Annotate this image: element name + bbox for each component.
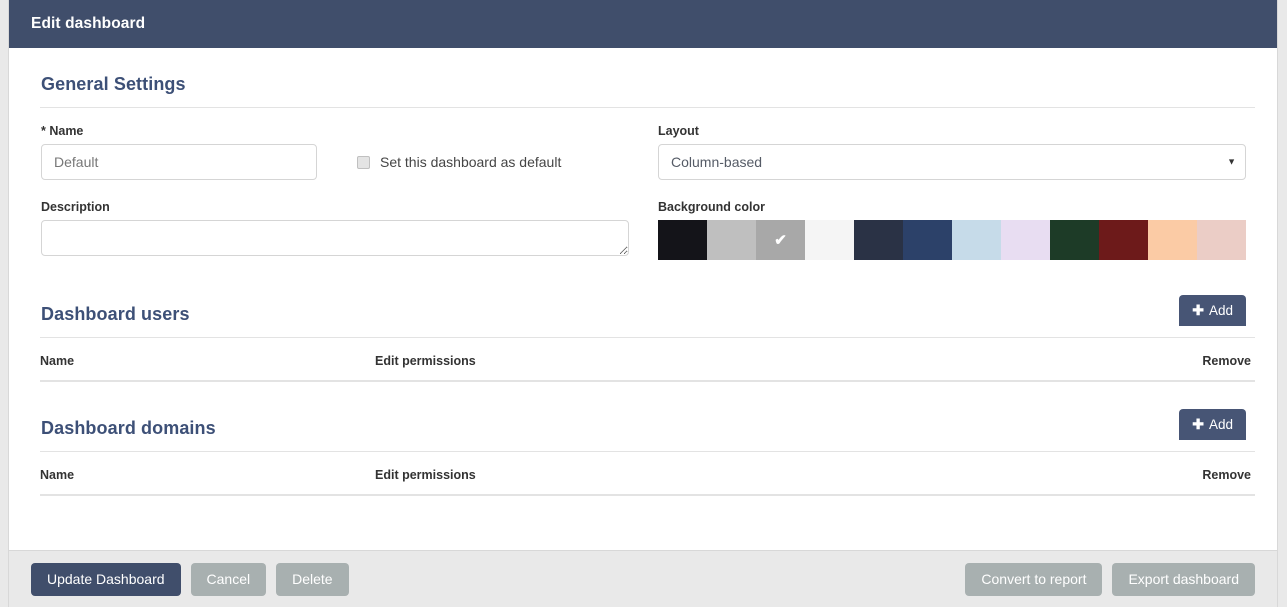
color-swatch-7[interactable]	[1001, 220, 1050, 260]
layout-select[interactable]: Column-based	[658, 144, 1246, 180]
color-swatch-2[interactable]: ✔	[756, 220, 805, 260]
users-col-name: Name	[40, 338, 375, 382]
export-dashboard-button[interactable]: Export dashboard	[1112, 562, 1255, 596]
cancel-button[interactable]: Cancel	[190, 562, 267, 596]
table-header-row: Name Edit permissions Remove	[40, 452, 1255, 496]
dashboard-users-table: Name Edit permissions Remove	[40, 338, 1255, 382]
users-col-permissions: Edit permissions	[375, 338, 1131, 382]
dashboard-users-section: Dashboard users ✚ Add Name Edit permissi…	[31, 278, 1255, 382]
plus-icon: ✚	[1192, 415, 1204, 432]
update-dashboard-button[interactable]: Update Dashboard	[31, 562, 181, 596]
add-user-button-label: Add	[1208, 303, 1233, 318]
color-swatch-6[interactable]	[952, 220, 1001, 260]
dashboard-domains-section: Dashboard domains ✚ Add Name Edit permis…	[31, 392, 1255, 496]
color-swatch-3[interactable]	[805, 220, 854, 260]
general-settings-heading: General Settings	[41, 74, 186, 94]
dashboard-domains-table: Name Edit permissions Remove	[40, 452, 1255, 496]
background-color-block: Background color ✔	[658, 200, 1255, 260]
color-swatch-5[interactable]	[903, 220, 952, 260]
footer-right-actions: Convert to report Export dashboard	[965, 562, 1255, 596]
set-default-checkbox[interactable]	[357, 155, 370, 169]
dialog-title: Edit dashboard	[31, 15, 146, 32]
color-swatch-10[interactable]	[1148, 220, 1197, 260]
color-swatch-1[interactable]	[707, 220, 756, 260]
layout-field-label: Layout	[658, 124, 699, 138]
name-input[interactable]	[41, 144, 317, 180]
domains-col-name: Name	[40, 452, 375, 496]
plus-icon: ✚	[1192, 301, 1204, 318]
add-domain-button-label: Add	[1208, 417, 1233, 432]
layout-select-value: Column-based	[671, 154, 763, 170]
add-user-button[interactable]: ✚ Add	[1179, 295, 1246, 326]
color-swatch-9[interactable]	[1099, 220, 1148, 260]
general-left-column: * Name Set this dashboard as default Des…	[31, 124, 653, 260]
page-gutter-right	[1279, 0, 1287, 607]
dashboard-users-heading: Dashboard users	[41, 304, 190, 324]
set-default-checkbox-group[interactable]: Set this dashboard as default	[357, 154, 561, 170]
edit-dashboard-dialog: Edit dashboard General Settings * Name S…	[8, 0, 1278, 607]
color-swatch-0[interactable]	[658, 220, 707, 260]
domains-col-permissions: Edit permissions	[375, 452, 1131, 496]
set-default-checkbox-label: Set this dashboard as default	[380, 154, 562, 170]
description-block: Description	[41, 200, 653, 256]
general-right-column: Layout Column-based ▼ Background color ✔	[653, 124, 1255, 260]
add-domain-button[interactable]: ✚ Add	[1179, 409, 1246, 440]
name-row: Set this dashboard as default	[41, 144, 653, 180]
page-gutter-left	[0, 0, 8, 607]
dashboard-domains-heading: Dashboard domains	[41, 418, 216, 438]
description-textarea[interactable]	[41, 220, 629, 256]
color-swatch-4[interactable]	[854, 220, 903, 260]
dialog-footer: Update Dashboard Cancel Delete Convert t…	[9, 550, 1277, 607]
background-color-swatches[interactable]: ✔	[658, 220, 1246, 260]
convert-to-report-button[interactable]: Convert to report	[965, 562, 1103, 596]
general-settings-grid: * Name Set this dashboard as default Des…	[31, 108, 1255, 260]
users-col-remove: Remove	[1131, 338, 1255, 382]
background-color-label: Background color	[658, 200, 765, 214]
check-icon: ✔	[774, 231, 787, 249]
layout-select-wrapper[interactable]: Column-based ▼	[658, 144, 1246, 180]
description-field-label: Description	[41, 200, 110, 214]
name-field-label: * Name	[41, 124, 84, 138]
delete-button[interactable]: Delete	[276, 562, 349, 596]
dialog-header: Edit dashboard	[9, 0, 1277, 48]
table-header-row: Name Edit permissions Remove	[40, 338, 1255, 382]
color-swatch-8[interactable]	[1050, 220, 1099, 260]
footer-left-actions: Update Dashboard Cancel Delete	[31, 562, 349, 596]
color-swatch-11[interactable]	[1197, 220, 1246, 260]
domains-col-remove: Remove	[1131, 452, 1255, 496]
dialog-body: General Settings * Name Set this dashboa…	[9, 48, 1277, 550]
